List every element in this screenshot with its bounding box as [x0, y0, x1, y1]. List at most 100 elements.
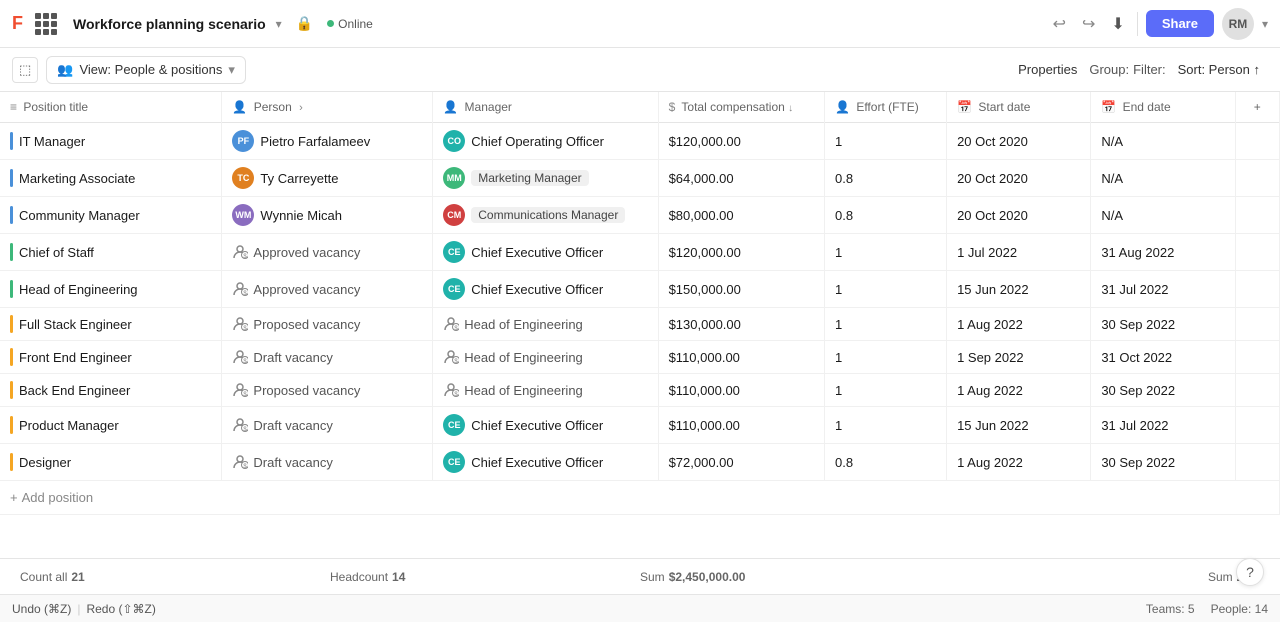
statusbar: Undo (⌘Z) | Redo (⇧⌘Z) Teams: 5 People: … [0, 594, 1280, 622]
undo-status-button[interactable]: Undo (⌘Z) [12, 602, 71, 616]
col-person-label: Person [254, 100, 292, 114]
compensation-cell: $110,000.00 [658, 374, 824, 407]
vacancy-person-icon: $ [232, 417, 248, 433]
sort-icon: ↑ [1254, 62, 1261, 77]
calendar-start-icon: 📅 [957, 100, 972, 114]
fte-cell: 0.8 [825, 197, 947, 234]
manager-name: Chief Executive Officer [471, 455, 603, 470]
table-row[interactable]: Back End Engineer $ Proposed vacancy $ H… [0, 374, 1280, 407]
user-avatar-button[interactable]: RM [1222, 8, 1254, 40]
compensation-cell: $110,000.00 [658, 407, 824, 444]
col-header-add[interactable]: + [1235, 92, 1279, 123]
end-date-cell: 30 Sep 2022 [1091, 374, 1235, 407]
people-count: People: 14 [1211, 602, 1268, 616]
col-header-end[interactable]: 📅 End date [1091, 92, 1235, 123]
person-td: $ Approved vacancy [222, 271, 433, 308]
table-row[interactable]: Front End Engineer $ Draft vacancy $ Hea… [0, 341, 1280, 374]
color-indicator [10, 315, 13, 333]
manager-td: CM Communications Manager [433, 197, 658, 234]
row-add-cell [1235, 374, 1279, 407]
manager-vacancy-icon: $ [443, 349, 459, 365]
table-row[interactable]: Community Manager WM Wynnie Micah CM Com… [0, 197, 1280, 234]
table-row[interactable]: Designer $ Draft vacancy CE Chief Execut… [0, 444, 1280, 481]
table-row[interactable]: Product Manager $ Draft vacancy CE Chief… [0, 407, 1280, 444]
person-vacancy-cell: $ Draft vacancy [232, 417, 422, 433]
vacancy-name: Proposed vacancy [253, 383, 360, 398]
fte-icon: 👤 [835, 100, 850, 114]
vacancy-name: Draft vacancy [253, 418, 332, 433]
online-status: Online [327, 17, 373, 31]
col-header-fte[interactable]: 👤 Effort (FTE) [825, 92, 947, 123]
table-body: IT Manager PF Pietro Farfalameev CO Chie… [0, 123, 1280, 515]
col-header-position[interactable]: ≡ Position title [0, 92, 222, 123]
col-header-manager[interactable]: 👤 Manager [433, 92, 658, 123]
manager-badge: Marketing Manager [471, 170, 588, 186]
add-position-button[interactable]: + Add position [10, 488, 1269, 507]
manager-cell: CE Chief Executive Officer [443, 414, 647, 436]
start-date-cell: 1 Aug 2022 [947, 308, 1091, 341]
download-button[interactable]: ⬇ [1107, 10, 1128, 38]
manager-vacancy-cell: $ Head of Engineering [443, 349, 647, 365]
share-button[interactable]: Share [1146, 10, 1214, 37]
view-icon: 👥 [57, 62, 73, 78]
title-caret-icon[interactable]: ▾ [276, 17, 282, 31]
row-add-cell [1235, 123, 1279, 160]
view-selector-button[interactable]: 👥 View: People & positions ▾ [46, 56, 246, 84]
position-title: Head of Engineering [19, 282, 138, 297]
sort-button[interactable]: Sort: Person ↑ [1170, 58, 1268, 81]
position-cell: Front End Engineer [0, 341, 222, 374]
table-row[interactable]: Marketing Associate TC Ty Carreyette MM … [0, 160, 1280, 197]
end-date-cell: N/A [1091, 197, 1235, 234]
col-manager-label: Manager [465, 100, 512, 114]
position-title: Marketing Associate [19, 171, 135, 186]
undo-button[interactable]: ↩ [1049, 10, 1070, 38]
redo-status-button[interactable]: Redo (⇧⌘Z) [86, 602, 155, 616]
table-row[interactable]: Head of Engineering $ Approved vacancy C… [0, 271, 1280, 308]
person-avatar: TC [232, 167, 254, 189]
position-cell: Full Stack Engineer [0, 308, 222, 341]
avatar-dropdown-button[interactable]: ▾ [1262, 17, 1268, 31]
col-header-person[interactable]: 👤 Person › [222, 92, 433, 123]
dollar-icon: $ [669, 100, 676, 114]
manager-name: Chief Operating Officer [471, 134, 604, 149]
positions-table: ≡ Position title 👤 Person › 👤 Manager $ … [0, 92, 1280, 515]
view-caret-icon: ▾ [228, 62, 235, 78]
redo-button[interactable]: ↪ [1078, 10, 1099, 38]
position-title: Full Stack Engineer [19, 317, 132, 332]
position-title: Chief of Staff [19, 245, 94, 260]
col-header-start[interactable]: 📅 Start date [947, 92, 1091, 123]
start-date-cell: 1 Aug 2022 [947, 444, 1091, 481]
col-header-compensation[interactable]: $ Total compensation ↓ [658, 92, 824, 123]
properties-button[interactable]: Properties [1010, 58, 1085, 81]
vacancy-person-icon: $ [232, 382, 248, 398]
manager-td: CE Chief Executive Officer [433, 271, 658, 308]
status-divider: | [77, 602, 80, 616]
manager-cell: MM Marketing Manager [443, 167, 647, 189]
row-add-cell [1235, 197, 1279, 234]
manager-cell: CE Chief Executive Officer [443, 278, 647, 300]
row-add-cell [1235, 341, 1279, 374]
toolbar-right: Properties Group: Filter: Sort: Person ↑ [1010, 58, 1268, 81]
fte-cell: 1 [825, 234, 947, 271]
table-row[interactable]: Full Stack Engineer $ Proposed vacancy $… [0, 308, 1280, 341]
person-td: $ Proposed vacancy [222, 374, 433, 407]
color-indicator [10, 243, 13, 261]
sidebar-toggle-button[interactable]: ⬚ [12, 57, 38, 83]
person-avatar: PF [232, 130, 254, 152]
table-row[interactable]: Chief of Staff $ Approved vacancy CE Chi… [0, 234, 1280, 271]
end-date-cell: 30 Sep 2022 [1091, 444, 1235, 481]
manager-name: Chief Executive Officer [471, 418, 603, 433]
add-position-row[interactable]: + Add position [0, 481, 1280, 515]
start-date-cell: 20 Oct 2020 [947, 123, 1091, 160]
person-name: Pietro Farfalameev [260, 134, 370, 149]
vacancy-person-icon: $ [232, 281, 248, 297]
page-title: Workforce planning scenario [73, 16, 266, 32]
color-indicator [10, 206, 13, 224]
table-row[interactable]: IT Manager PF Pietro Farfalameev CO Chie… [0, 123, 1280, 160]
headcount-seg: Headcount 14 [330, 570, 640, 584]
add-position-td[interactable]: + Add position [0, 481, 1280, 515]
position-cell: Back End Engineer [0, 374, 222, 407]
end-date-cell: N/A [1091, 160, 1235, 197]
help-button[interactable]: ? [1236, 558, 1264, 586]
col-position-label: Position title [23, 100, 88, 114]
